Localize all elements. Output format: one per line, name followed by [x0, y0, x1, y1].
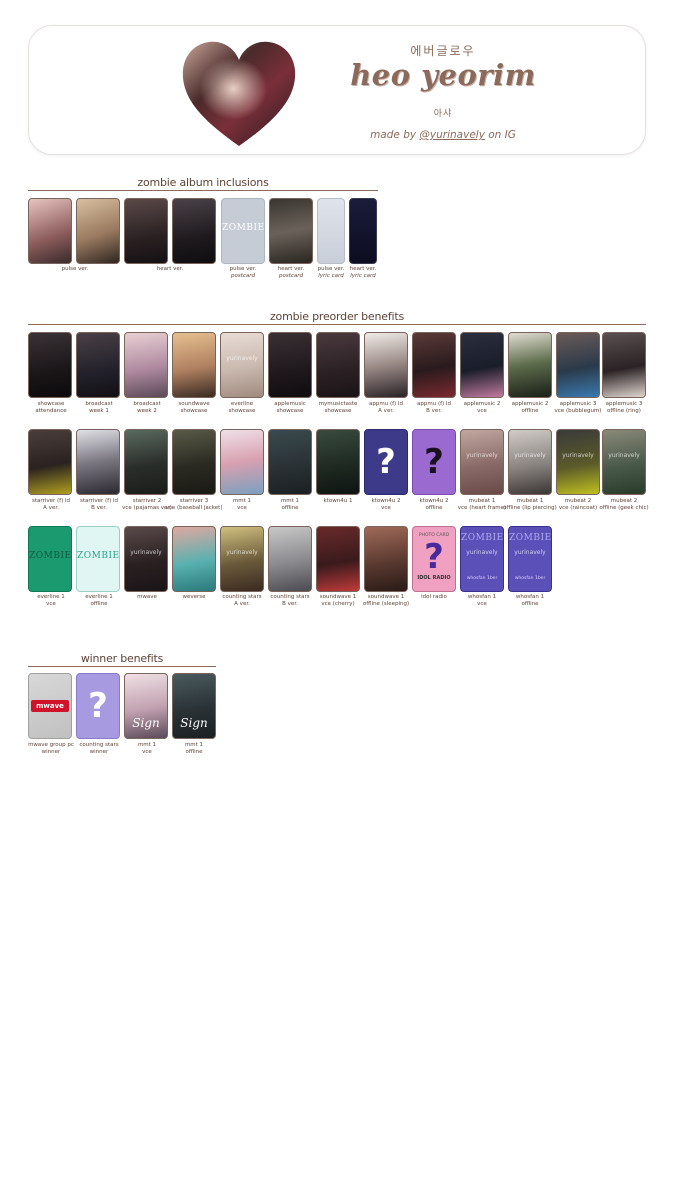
watermark: yurinavely: [226, 549, 258, 556]
photocard[interactable]: yurinavely: [124, 526, 168, 592]
signature: Sign: [180, 716, 208, 730]
whosfan-credit: whosfan 1ber: [466, 576, 498, 581]
photocard[interactable]: [124, 198, 168, 264]
photocard[interactable]: [124, 429, 168, 495]
photocard[interactable]: [364, 526, 408, 592]
card-label: mubeat 2 offline (geek chic): [599, 498, 649, 511]
card-label: applemusic 3 offline (ring): [605, 401, 643, 414]
postcard[interactable]: [269, 198, 313, 264]
member-name-title: heo yeorim: [350, 58, 536, 92]
card-label: pulse ver.: [61, 266, 89, 272]
photocard[interactable]: [28, 332, 72, 398]
zombie-logo: ZOMBIE: [222, 223, 265, 233]
heart-photo: [182, 41, 296, 147]
question-mark-icon: ?: [88, 686, 108, 726]
photocard[interactable]: yurinavely: [220, 332, 264, 398]
photocard[interactable]: yurinavely: [460, 429, 504, 495]
photocard[interactable]: [412, 332, 456, 398]
postcard[interactable]: ZOMBIE: [221, 198, 265, 264]
photocard[interactable]: yurinavely: [556, 429, 600, 495]
watermark: yurinavely: [562, 452, 594, 459]
photocard[interactable]: [172, 198, 216, 264]
card-label: heart ver. lyric card: [349, 266, 377, 279]
photocard[interactable]: [460, 332, 504, 398]
photocard[interactable]: Sign: [124, 673, 168, 739]
zombie-logo: ZOMBIE: [509, 533, 552, 543]
watermark: yurinavely: [130, 549, 162, 556]
photocard[interactable]: yurinavely: [220, 526, 264, 592]
zombie-logo: ZOMBIE: [461, 533, 504, 543]
photocard[interactable]: Sign: [172, 673, 216, 739]
mwave-logo: mwave: [31, 700, 69, 712]
photocard[interactable]: yurinavely: [602, 429, 646, 495]
placeholder-card[interactable]: ?: [364, 429, 408, 495]
photocard[interactable]: [28, 198, 72, 264]
photocard[interactable]: [268, 526, 312, 592]
section-title-winner: winner benefits: [28, 652, 216, 667]
photocard[interactable]: [28, 429, 72, 495]
zombie-logo: ZOMBIE: [77, 551, 120, 561]
photocard[interactable]: ZOMBIE: [76, 526, 120, 592]
photocard[interactable]: [316, 332, 360, 398]
photocard[interactable]: yurinavely: [508, 429, 552, 495]
watermark: yurinavely: [466, 452, 498, 459]
credit-line: made by @yurinavely on IG: [343, 129, 543, 141]
lyric-card[interactable]: [317, 198, 345, 264]
photocard[interactable]: mwave: [28, 673, 72, 739]
photocard[interactable]: ZOMBIE: [28, 526, 72, 592]
placeholder-card[interactable]: ?: [76, 673, 120, 739]
card-label: mmt 1 offline: [184, 742, 204, 755]
photocard[interactable]: [316, 526, 360, 592]
section-title-album: zombie album inclusions: [28, 176, 378, 191]
card-label: heart ver.: [156, 266, 184, 272]
credit-handle-link[interactable]: @yurinavely: [419, 129, 485, 141]
photocard[interactable]: ZOMBIE yurinavely whosfan 1ber: [460, 526, 504, 592]
photocard[interactable]: [268, 429, 312, 495]
placeholder-card[interactable]: PHOTO CARD ? IDOL RADIO: [412, 526, 456, 592]
lyric-card[interactable]: [349, 198, 377, 264]
whosfan-credit: whosfan 1ber: [514, 576, 546, 581]
watermark: yurinavely: [514, 452, 546, 459]
photocard[interactable]: [172, 526, 216, 592]
card-label: whosfan 1 offline: [515, 594, 545, 607]
question-mark-icon: ?: [424, 537, 444, 577]
photocard[interactable]: ZOMBIE yurinavely whosfan 1ber: [508, 526, 552, 592]
credit-prefix: made by: [370, 129, 420, 141]
watermark: yurinavely: [608, 452, 640, 459]
watermark: yurinavely: [226, 355, 258, 362]
section-title-preorder: zombie preorder benefits: [28, 310, 646, 325]
hangul-stage-name: 아샤: [433, 109, 453, 119]
photocard[interactable]: [508, 332, 552, 398]
photocard[interactable]: [220, 429, 264, 495]
photocard[interactable]: [76, 332, 120, 398]
placeholder-card[interactable]: ?: [412, 429, 456, 495]
photocard[interactable]: [316, 429, 360, 495]
photocard[interactable]: [76, 429, 120, 495]
question-mark-icon: ?: [424, 442, 444, 482]
photocard[interactable]: [172, 332, 216, 398]
zombie-logo: ZOMBIE: [29, 551, 72, 561]
photocard[interactable]: [76, 198, 120, 264]
photocard[interactable]: [124, 332, 168, 398]
question-mark-icon: ?: [376, 442, 396, 482]
idol-radio-caption: IDOL RADIO: [417, 575, 451, 581]
signature: Sign: [132, 716, 160, 730]
credit-suffix: on IG: [484, 129, 516, 141]
photocard[interactable]: [268, 332, 312, 398]
watermark: yurinavely: [466, 549, 498, 556]
header-card: 에버글로우 heo yeorim 아샤 made by @yurinavely …: [28, 25, 646, 155]
photocard[interactable]: [556, 332, 600, 398]
photocard[interactable]: [364, 332, 408, 398]
photocard[interactable]: [172, 429, 216, 495]
photocard[interactable]: [602, 332, 646, 398]
watermark: yurinavely: [514, 549, 546, 556]
hangul-group-name: 에버글로우: [410, 44, 476, 58]
